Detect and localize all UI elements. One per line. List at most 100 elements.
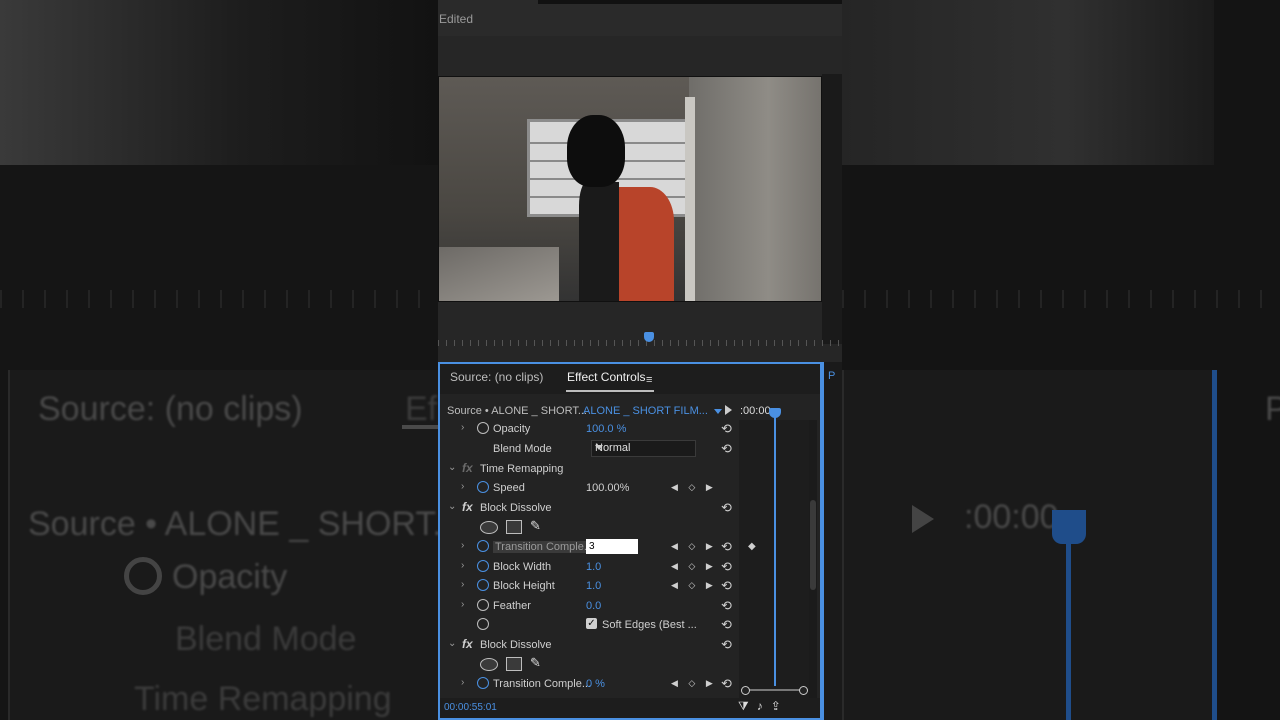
panel-menu-icon[interactable]: ≡ <box>646 374 652 386</box>
speed-value[interactable]: 100.00% <box>586 482 629 494</box>
rectangle-mask-icon[interactable] <box>506 520 522 534</box>
ghost-panel-border <box>1212 370 1217 720</box>
chevron-down-icon[interactable]: ⌄ <box>448 462 456 473</box>
chevron-right-icon[interactable]: › <box>461 540 464 551</box>
reset-icon[interactable]: ⟲ <box>721 578 732 594</box>
ghost-clip-source: Source • ALONE _ SHORT... <box>28 505 438 543</box>
ghost-playhead-icon <box>1052 510 1086 544</box>
stopwatch-icon[interactable] <box>477 599 489 611</box>
reset-icon[interactable]: ⟲ <box>721 598 732 614</box>
tab-effect-controls[interactable]: Effect Controls <box>567 370 645 384</box>
block-dissolve-row-2: ⌄ fx Block Dissolve ⟲ <box>440 636 739 655</box>
active-tab-underline <box>566 390 654 392</box>
chevron-down-icon[interactable]: ⌄ <box>448 638 456 649</box>
reset-icon[interactable]: ⟲ <box>721 617 732 633</box>
soft-edges-label: Soft Edges (Best ... <box>602 619 697 631</box>
blurred-video-frame-right <box>842 0 1214 165</box>
chevron-right-icon[interactable]: › <box>461 579 464 590</box>
blurred-panel-right <box>842 370 1216 720</box>
stopwatch-icon[interactable] <box>477 540 489 552</box>
blend-mode-select[interactable]: Normal <box>591 440 696 457</box>
zoom-slider[interactable] <box>741 686 808 695</box>
reset-icon[interactable]: ⟲ <box>721 441 732 457</box>
keyframe-diamond-icon[interactable]: ◆ <box>748 541 756 552</box>
ellipse-mask-icon[interactable] <box>480 521 498 534</box>
video-frame[interactable] <box>438 76 822 302</box>
chevron-right-icon[interactable]: › <box>461 422 464 433</box>
rectangle-mask-icon[interactable] <box>506 657 522 671</box>
reset-icon[interactable]: ⟲ <box>721 539 732 555</box>
fx-icon[interactable]: fx <box>462 637 473 651</box>
stopwatch-icon[interactable] <box>477 579 489 591</box>
stopwatch-icon[interactable] <box>477 618 489 630</box>
block-width-value[interactable]: 1.0 <box>586 561 601 573</box>
monitor-timeline-ruler[interactable] <box>438 330 842 348</box>
block-height-value[interactable]: 1.0 <box>586 580 601 592</box>
block-width-label: Block Width <box>493 561 552 573</box>
sequence-clip-label: ALONE _ SHORT FILM... <box>583 405 708 417</box>
block-dissolve-row: ⌄ fx Block Dissolve ⟲ <box>440 499 739 518</box>
keyframe-nav-icons[interactable]: ◀ ◇ ▶ <box>671 541 717 552</box>
ghost-opacity: Opacity <box>172 558 288 596</box>
reset-icon[interactable]: ⟲ <box>721 637 732 653</box>
effect-controls-panel: Source: (no clips) Effect Controls ≡ Sou… <box>438 362 822 720</box>
chevron-down-icon[interactable]: ⌄ <box>448 501 456 512</box>
pen-mask-icon[interactable]: ✎ <box>530 518 541 534</box>
soft-edges-checkbox[interactable]: ✓ <box>586 618 597 629</box>
transition-completion-input[interactable]: 3 <box>586 539 638 554</box>
fx-icon[interactable]: fx <box>462 500 473 514</box>
feather-label: Feather <box>493 600 531 612</box>
reset-icon[interactable]: ⟲ <box>721 421 732 437</box>
keyframe-nav-icons[interactable]: ◀ ◇ ▶ <box>671 678 717 689</box>
play-icon[interactable] <box>725 405 732 415</box>
speed-row: › Speed 100.00% ◀ ◇ ▶ <box>440 479 739 498</box>
ghost-play-icon <box>912 505 934 533</box>
tab-source[interactable]: Source: (no clips) <box>450 370 543 384</box>
chevron-right-icon[interactable]: › <box>461 481 464 492</box>
filter-icon[interactable]: ⧩ <box>738 699 757 713</box>
opacity-row: › Opacity 100.0 % ⟲ <box>440 420 739 439</box>
footer-tools: ⧩♪⇪ <box>738 699 789 714</box>
ghost-right-fragment: P <box>1265 390 1280 428</box>
reset-icon[interactable]: ⟲ <box>721 559 732 575</box>
ghost-tab-underline <box>402 425 438 429</box>
adjacent-panel-label[interactable]: P <box>828 370 835 382</box>
soft-edges-row: ✓ Soft Edges (Best ... ⟲ <box>440 616 739 635</box>
blurred-video-frame <box>0 0 438 165</box>
zoom-knob-right[interactable] <box>799 686 808 695</box>
header-timecode: :00:00 <box>740 405 771 417</box>
stopwatch-icon[interactable] <box>477 422 489 434</box>
stopwatch-icon[interactable] <box>477 677 489 689</box>
reset-icon[interactable]: ⟲ <box>721 500 732 516</box>
adjacent-panel-edge: P <box>822 362 842 720</box>
audio-icon[interactable]: ♪ <box>757 699 771 713</box>
reset-icon[interactable]: ⟲ <box>721 676 732 692</box>
feather-value[interactable]: 0.0 <box>586 600 601 612</box>
current-timecode[interactable]: 00:00:55:01 <box>444 702 497 713</box>
zoom-knob-left[interactable] <box>741 686 750 695</box>
scrollbar-thumb[interactable] <box>810 500 816 590</box>
chevron-down-icon <box>595 445 603 450</box>
ellipse-mask-icon[interactable] <box>480 658 498 671</box>
sequence-clip-selector[interactable]: ALONE _ SHORT FILM... <box>583 405 722 417</box>
chevron-right-icon[interactable]: › <box>461 599 464 610</box>
opacity-value[interactable]: 100.0 % <box>586 423 626 435</box>
keyframe-nav-icons[interactable]: ◀ ◇ ▶ <box>671 561 717 572</box>
video-wall-right <box>689 77 821 301</box>
keyframe-nav-icons[interactable]: ◀ ◇ ▶ <box>671 580 717 591</box>
transition-completion-row: › Transition Comple... 3 ◀ ◇ ▶ ⟲ ◆ <box>440 538 756 557</box>
panel-focus-border <box>822 362 824 720</box>
keyframe-nav-icons[interactable]: ◀ ◇ ▶ <box>671 482 717 493</box>
export-icon[interactable]: ⇪ <box>771 699 789 713</box>
stopwatch-icon[interactable] <box>477 481 489 493</box>
time-remapping-row: ⌄ fx Time Remapping <box>440 460 739 479</box>
monitor-playhead-icon[interactable] <box>644 332 654 342</box>
fx-icon[interactable]: fx <box>462 461 473 475</box>
panel-scrollbar[interactable] <box>809 420 817 698</box>
stopwatch-icon[interactable] <box>477 560 489 572</box>
chevron-right-icon[interactable]: › <box>461 677 464 688</box>
chevron-right-icon[interactable]: › <box>461 560 464 571</box>
transition-completion-value-2[interactable]: 0 % <box>586 678 605 690</box>
pen-mask-icon[interactable]: ✎ <box>530 655 541 671</box>
transition-completion-label-2: Transition Comple... <box>493 678 592 690</box>
